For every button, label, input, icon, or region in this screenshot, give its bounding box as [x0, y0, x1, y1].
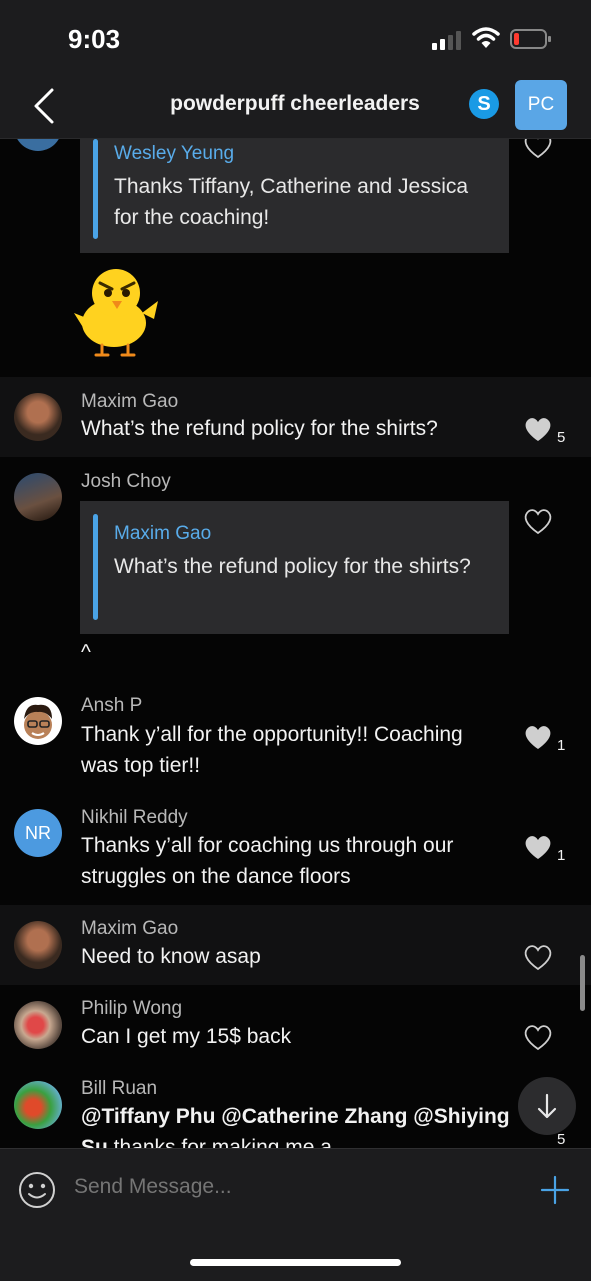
sender-name[interactable]: Nikhil Reddy: [81, 807, 188, 829]
message-block: Ansh P Thank y’all for the opportunity!!…: [0, 679, 591, 789]
avatar[interactable]: [14, 921, 62, 969]
sender-name[interactable]: Ansh P: [81, 695, 142, 717]
message-input[interactable]: [74, 1175, 494, 1199]
message-text: Need to know asap: [81, 945, 261, 968]
message-block: Wesley Yeung Thanks Tiffany, Catherine a…: [0, 139, 591, 376]
like-count: 1: [557, 737, 566, 754]
avatar[interactable]: [14, 697, 62, 745]
message-text: Thanks y’all for coaching us through our…: [81, 834, 454, 888]
message-text: @Tiffany Phu @Catherine Zhang @Shiying S…: [81, 1101, 511, 1148]
scroll-to-bottom-button[interactable]: [518, 1077, 576, 1135]
wifi-icon: [472, 27, 500, 48]
heart-outline-icon[interactable]: [523, 507, 553, 535]
quote-author: Maxim Gao: [114, 523, 212, 544]
cellular-signal-icon: [432, 31, 461, 50]
plus-icon[interactable]: [540, 1175, 570, 1205]
scroll-indicator[interactable]: [580, 955, 585, 1011]
heart-outline-icon[interactable]: [523, 1023, 553, 1051]
message-block: Maxim Gao What’s the refund policy for t…: [0, 377, 591, 457]
message-text-rest: thanks for making me a: [107, 1136, 332, 1148]
message-text: Thank y’all for the opportunity!! Coachi…: [81, 723, 463, 777]
message-feed[interactable]: Wesley Yeung Thanks Tiffany, Catherine a…: [0, 139, 591, 1148]
sender-name[interactable]: Bill Ruan: [81, 1078, 157, 1100]
skype-icon[interactable]: S: [469, 89, 499, 119]
status-time: 9:03: [68, 24, 121, 54]
quote-text: Thanks Tiffany, Catherine and Jessica fo…: [114, 175, 469, 229]
message-text: ^: [81, 641, 91, 664]
status-bar: 9:03: [0, 0, 591, 80]
sender-name[interactable]: Maxim Gao: [81, 918, 178, 940]
mention[interactable]: @Catherine Zhang: [221, 1105, 407, 1128]
sender-name[interactable]: Philip Wong: [81, 998, 182, 1020]
heart-outline-icon[interactable]: [523, 139, 553, 159]
sender-name[interactable]: Maxim Gao: [81, 391, 178, 413]
quoted-message[interactable]: Wesley Yeung Thanks Tiffany, Catherine a…: [80, 139, 509, 253]
sender-name[interactable]: Josh Choy: [81, 471, 171, 493]
heart-outline-icon[interactable]: [523, 943, 553, 971]
mention[interactable]: @Tiffany Phu: [81, 1105, 215, 1128]
avatar[interactable]: NR: [14, 809, 62, 857]
heart-filled-icon[interactable]: [523, 833, 553, 861]
arrow-down-icon: [537, 1093, 557, 1119]
message-block: Philip Wong Can I get my 15$ back: [0, 985, 591, 1065]
quote-bar: [93, 139, 98, 239]
quote-text: What’s the refund policy for the shirts?: [114, 555, 471, 578]
avatar[interactable]: [14, 473, 62, 521]
composer-bar: [0, 1148, 591, 1281]
home-indicator[interactable]: [190, 1259, 401, 1266]
quote-author: Wesley Yeung: [114, 143, 235, 164]
heart-filled-icon[interactable]: [523, 723, 553, 751]
message-block: NR Nikhil Reddy Thanks y’all for coachin…: [0, 789, 591, 905]
group-avatar[interactable]: PC: [515, 80, 567, 130]
avatar[interactable]: [14, 139, 62, 151]
avatar[interactable]: [14, 1001, 62, 1049]
message-block: Josh Choy Maxim Gao What’s the refund po…: [0, 457, 591, 675]
avatar[interactable]: [14, 1081, 62, 1129]
back-chevron-icon[interactable]: [30, 86, 60, 126]
emoji-icon[interactable]: [18, 1171, 56, 1209]
like-count: 5: [557, 429, 566, 446]
chat-header: powderpuff cheerleaders S PC: [0, 80, 591, 139]
quoted-message[interactable]: Maxim Gao What’s the refund policy for t…: [80, 501, 509, 634]
like-count: 1: [557, 847, 566, 864]
quote-bar: [93, 514, 98, 620]
message-text: Can I get my 15$ back: [81, 1025, 292, 1048]
chick-sticker-icon: [74, 269, 158, 357]
chat-title[interactable]: powderpuff cheerleaders: [120, 92, 470, 116]
battery-low-icon: [510, 29, 551, 49]
message-block: Maxim Gao Need to know asap: [0, 905, 591, 985]
avatar[interactable]: [14, 393, 62, 441]
heart-filled-icon[interactable]: [523, 415, 553, 443]
message-block: Bill Ruan @Tiffany Phu @Catherine Zhang …: [0, 1065, 591, 1148]
message-text: What’s the refund policy for the shirts?: [81, 417, 438, 440]
memoji-face-icon: [24, 704, 52, 739]
